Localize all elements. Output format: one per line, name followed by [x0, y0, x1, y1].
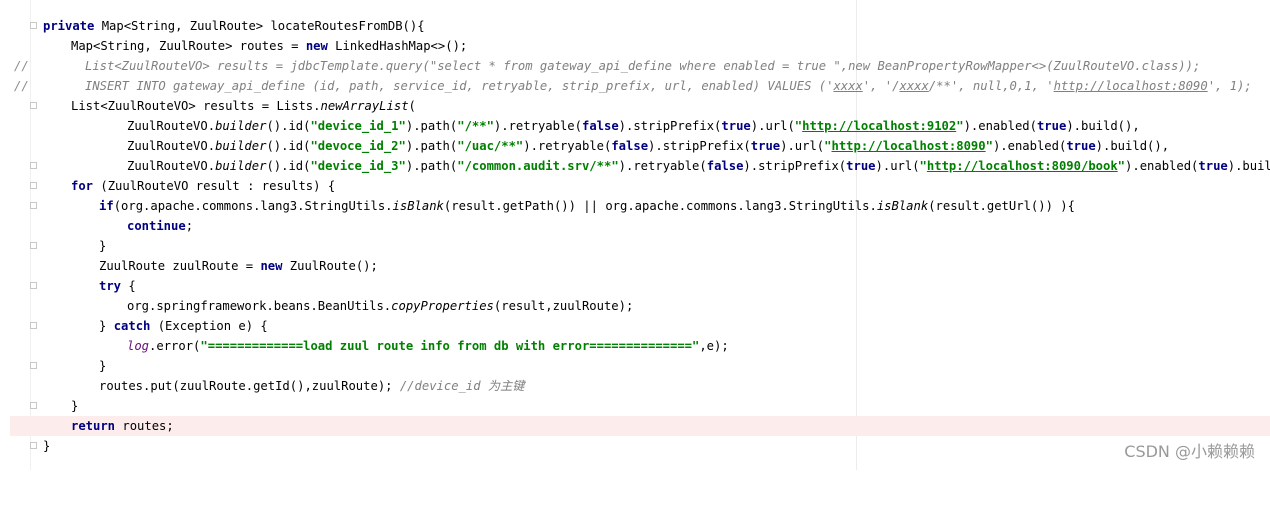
code-line-9[interactable]: for (ZuulRouteVO result : results) { — [0, 176, 1270, 196]
fold-marker-icon[interactable] — [30, 362, 37, 369]
code-line-18[interactable]: } — [0, 356, 1270, 376]
code-line-17[interactable]: log.error("=============load zuul route … — [0, 336, 1270, 356]
fold-marker-icon[interactable] — [30, 22, 37, 29]
code-line-7[interactable]: ZuulRouteVO.builder().id("devoce_id_2").… — [0, 136, 1270, 156]
fold-marker-icon[interactable] — [30, 322, 37, 329]
code-line-16[interactable]: } catch (Exception e) { — [0, 316, 1270, 336]
fold-marker-icon[interactable] — [30, 182, 37, 189]
code-line-10[interactable]: if(org.apache.commons.lang3.StringUtils.… — [0, 196, 1270, 216]
fold-marker-icon[interactable] — [30, 242, 37, 249]
code-line-3[interactable]: // List<ZuulRouteVO> results = jdbcTempl… — [0, 56, 1270, 76]
code-line-21-highlighted[interactable]: return routes; — [10, 416, 1270, 436]
csdn-watermark: CSDN @小赖赖赖 — [1124, 442, 1255, 461]
fold-marker-icon[interactable] — [30, 402, 37, 409]
code-line-22[interactable]: } — [0, 436, 1270, 456]
code-line-1[interactable]: private Map<String, ZuulRoute> locateRou… — [0, 16, 1270, 36]
code-line-4[interactable]: // INSERT INTO gateway_api_define (id, p… — [0, 76, 1270, 96]
code-line-2[interactable]: Map<String, ZuulRoute> routes = new Link… — [0, 36, 1270, 56]
code-editor[interactable]: private Map<String, ZuulRoute> locateRou… — [0, 16, 1270, 456]
code-line-20[interactable]: } — [0, 396, 1270, 416]
code-line-14[interactable]: try { — [0, 276, 1270, 296]
code-line-12[interactable]: } — [0, 236, 1270, 256]
code-line-19[interactable]: routes.put(zuulRoute.getId(),zuulRoute);… — [0, 376, 1270, 396]
fold-marker-icon[interactable] — [30, 202, 37, 209]
code-line-11[interactable]: continue; — [0, 216, 1270, 236]
code-line-8[interactable]: ZuulRouteVO.builder().id("device_id_3").… — [0, 156, 1270, 176]
fold-marker-icon[interactable] — [30, 442, 37, 449]
code-line-6[interactable]: ZuulRouteVO.builder().id("device_id_1").… — [0, 116, 1270, 136]
code-line-13[interactable]: ZuulRoute zuulRoute = new ZuulRoute(); — [0, 256, 1270, 276]
fold-marker-icon[interactable] — [30, 162, 37, 169]
code-line-5[interactable]: List<ZuulRouteVO> results = Lists.newArr… — [0, 96, 1270, 116]
fold-marker-icon[interactable] — [30, 102, 37, 109]
code-line-15[interactable]: org.springframework.beans.BeanUtils.copy… — [0, 296, 1270, 316]
fold-marker-icon[interactable] — [30, 282, 37, 289]
